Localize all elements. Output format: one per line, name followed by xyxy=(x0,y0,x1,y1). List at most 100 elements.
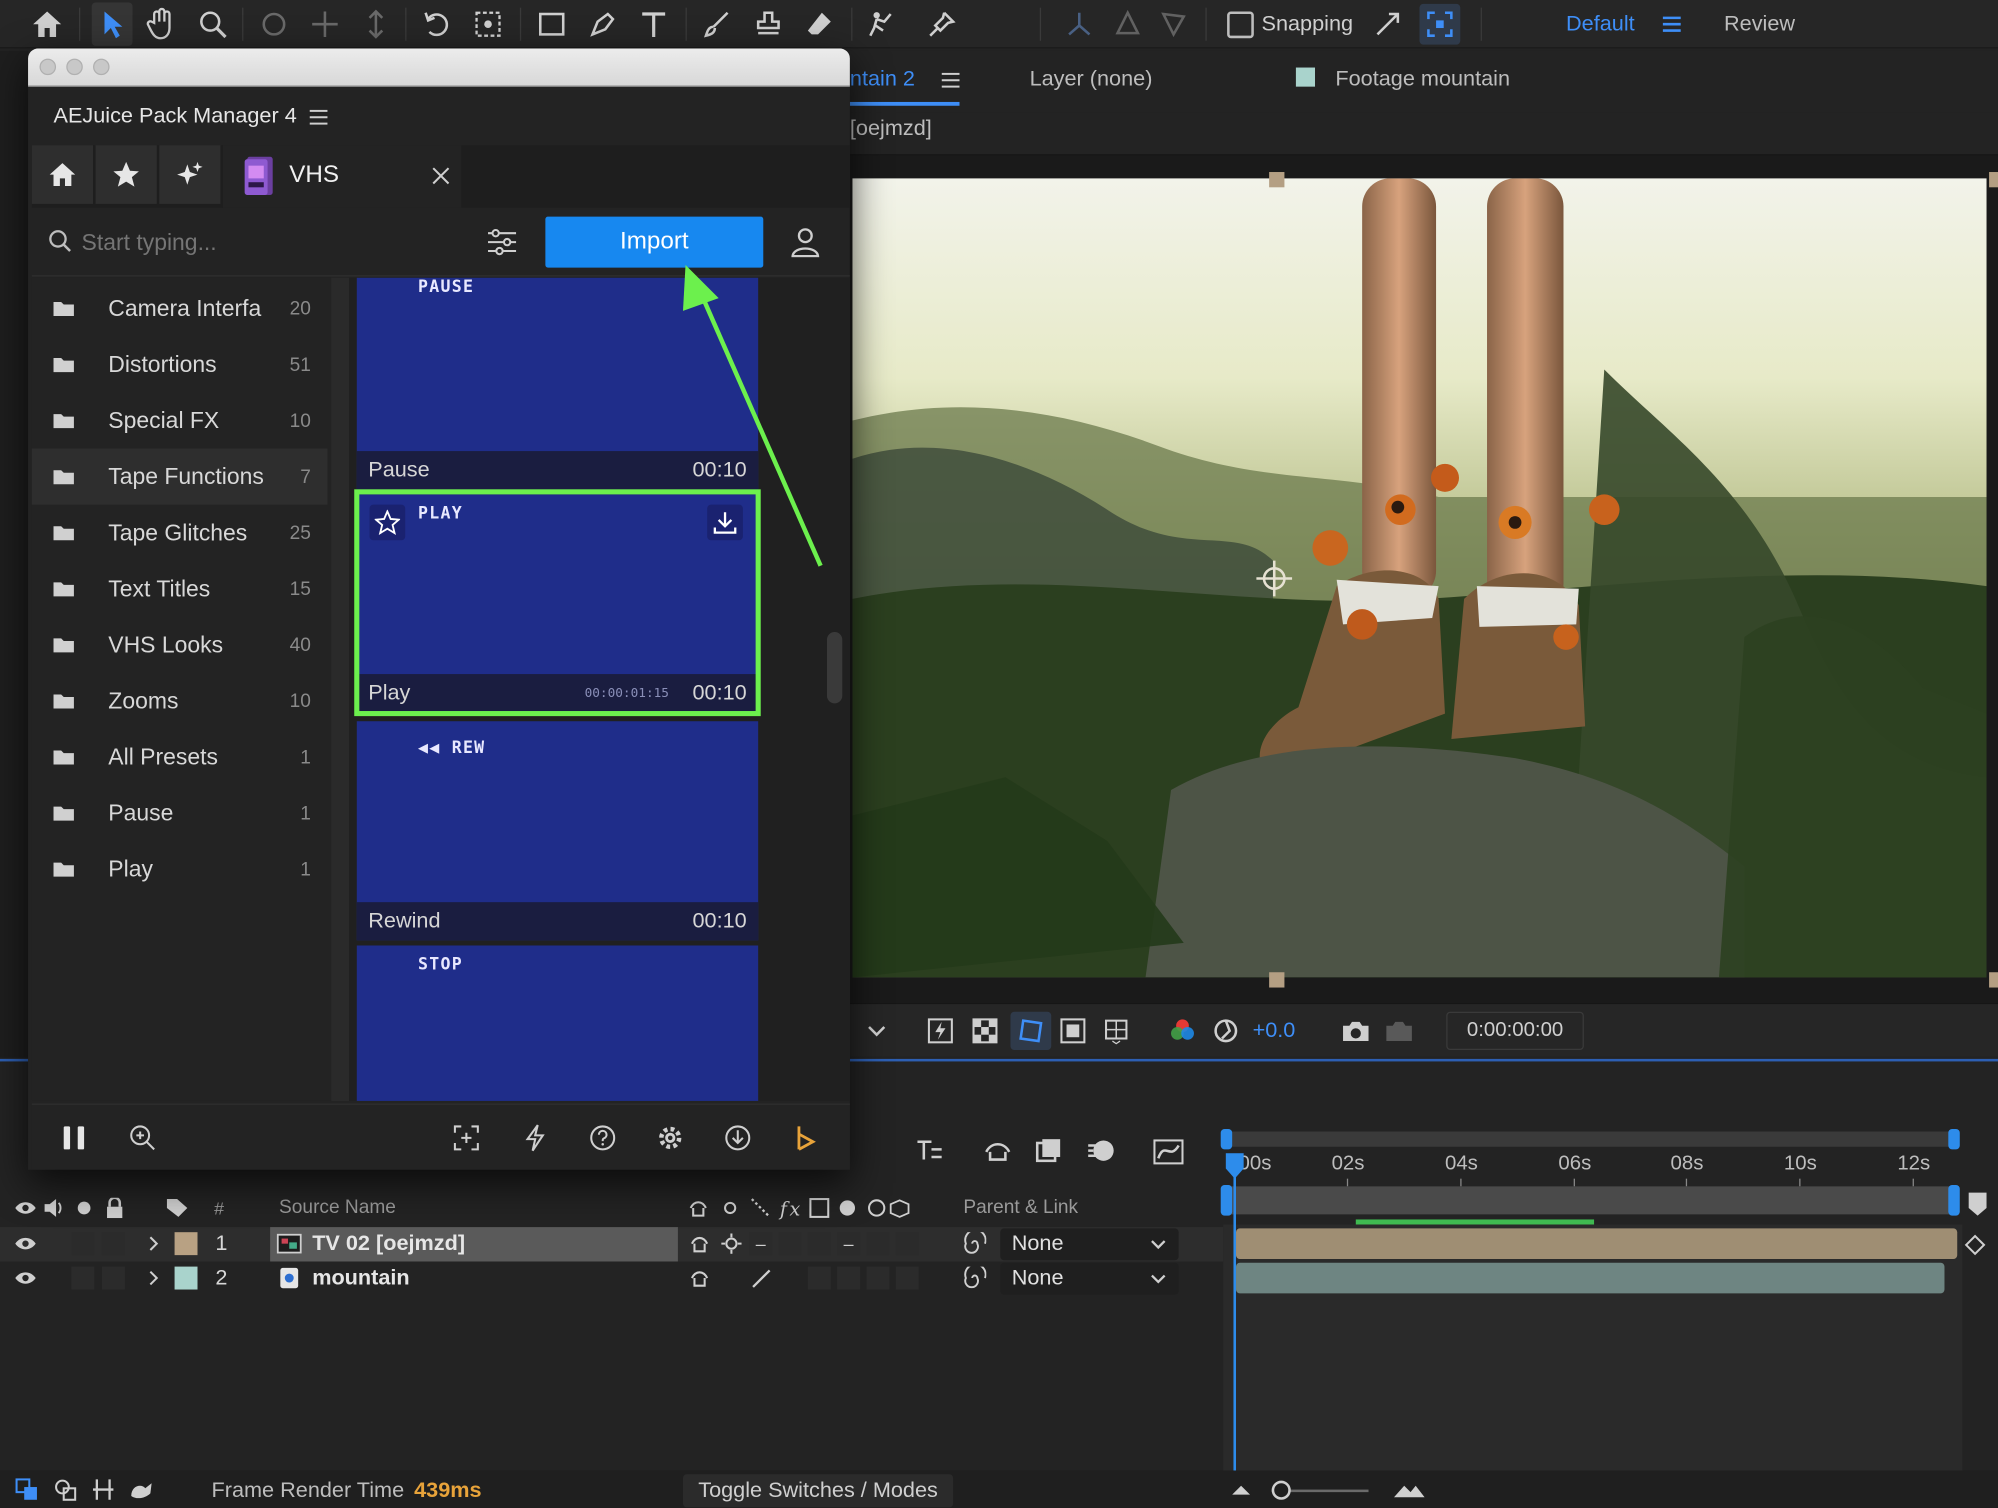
mask-visibility-icon[interactable] xyxy=(1010,1011,1052,1050)
draft-3d-icon[interactable] xyxy=(911,1133,949,1169)
rotation-tool-icon[interactable] xyxy=(418,5,456,43)
pause-previews-icon[interactable] xyxy=(56,1121,92,1154)
video-visibility-icon[interactable] xyxy=(13,1195,38,1220)
navigator-end-handle[interactable] xyxy=(1948,1128,1960,1150)
snapshot-icon[interactable] xyxy=(1339,1014,1372,1047)
zoom-in-mountain-icon[interactable] xyxy=(1391,1476,1427,1504)
lock-switch[interactable] xyxy=(101,1266,125,1290)
resolution-dropdown-icon[interactable] xyxy=(860,1014,893,1047)
close-window-button[interactable] xyxy=(39,58,57,76)
category-item[interactable]: Special FX 10 xyxy=(32,392,328,448)
snap-options-icon[interactable] xyxy=(1369,5,1407,43)
category-item[interactable]: Text Titles 15 xyxy=(32,561,328,617)
motion-blur-switch[interactable] xyxy=(837,1266,861,1290)
panel-menu-icon[interactable] xyxy=(937,66,965,94)
layer-row[interactable]: 1 TV 02 [oejmzd] – – None xyxy=(0,1227,1224,1262)
anchor-point-tool-icon[interactable] xyxy=(469,5,507,43)
expand-chevron-icon[interactable] xyxy=(143,1267,166,1290)
transfer-controls-icon[interactable] xyxy=(51,1477,79,1502)
adjustment-switch[interactable] xyxy=(866,1266,890,1290)
effects-switch[interactable] xyxy=(778,1232,802,1256)
playhead-line[interactable] xyxy=(1233,1155,1237,1480)
snapping-checkbox[interactable] xyxy=(1227,11,1254,39)
pick-whip-icon[interactable] xyxy=(961,1265,989,1290)
collapse-switch-icon[interactable] xyxy=(717,1232,745,1255)
grid-guides-icon[interactable] xyxy=(1100,1014,1138,1047)
3d-layer-switch[interactable] xyxy=(895,1266,919,1290)
source-name-header[interactable]: Source Name xyxy=(279,1197,396,1219)
show-snapshot-icon[interactable] xyxy=(1383,1014,1416,1047)
parent-dropdown[interactable]: None xyxy=(1000,1262,1179,1295)
toggle-switches-modes-button[interactable]: Toggle Switches / Modes xyxy=(682,1474,954,1508)
lock-switch[interactable] xyxy=(101,1232,125,1256)
fast-previews-icon[interactable] xyxy=(924,1014,957,1047)
category-item[interactable]: Play 1 xyxy=(32,841,328,897)
frame-blend-switch[interactable] xyxy=(807,1266,831,1290)
render-time-icon[interactable] xyxy=(127,1477,158,1502)
frame-blend-switch[interactable] xyxy=(807,1232,831,1256)
preset-card[interactable]: STOP xyxy=(356,945,759,1101)
zoom-window-button[interactable] xyxy=(93,58,110,76)
layer-handle-right-top[interactable] xyxy=(1989,172,1998,188)
layer-duration-bar[interactable] xyxy=(1236,1228,1958,1259)
category-item[interactable]: Pause 1 xyxy=(32,785,328,841)
roto-brush-tool-icon[interactable] xyxy=(861,5,899,43)
home-tab-icon[interactable] xyxy=(31,145,94,204)
footage-tab[interactable]: Footage mountain xyxy=(1335,66,1510,91)
category-scroll-gutter[interactable] xyxy=(331,277,350,1101)
rectangle-tool-icon[interactable] xyxy=(533,5,571,43)
navigator-start-handle[interactable] xyxy=(1220,1128,1233,1150)
category-item[interactable]: Tape Functions 7 xyxy=(31,448,328,505)
region-of-interest-icon[interactable] xyxy=(1056,1014,1089,1047)
pen-tool-icon[interactable] xyxy=(584,5,622,43)
home-icon[interactable] xyxy=(28,5,66,43)
category-item[interactable]: VHS Looks 40 xyxy=(32,617,328,673)
layer-handle-right-bottom[interactable] xyxy=(1989,972,1998,988)
pan-camera-icon[interactable] xyxy=(306,5,344,43)
search-input[interactable] xyxy=(81,224,464,260)
layer-name[interactable]: TV 02 [oejmzd] xyxy=(312,1231,465,1256)
expand-chevron-icon[interactable] xyxy=(143,1232,166,1255)
preset-scrollbar-thumb[interactable] xyxy=(826,632,843,704)
category-item[interactable]: Tape Glitches 25 xyxy=(32,505,328,561)
type-tool-icon[interactable] xyxy=(635,5,673,43)
category-item[interactable]: Distortions 51 xyxy=(32,336,328,392)
vhs-pack-tab[interactable]: VHS xyxy=(222,145,462,208)
layer-name[interactable]: mountain xyxy=(312,1265,409,1290)
shy-switch-icon[interactable] xyxy=(686,1267,714,1290)
playhead-handle[interactable] xyxy=(1223,1153,1246,1181)
category-item[interactable]: Camera Interfa 20 xyxy=(32,280,328,336)
layer-label-color[interactable] xyxy=(174,1232,198,1256)
comp-marker-icon[interactable] xyxy=(1965,1190,1990,1218)
eraser-tool-icon[interactable] xyxy=(800,5,838,43)
layer-row[interactable]: 2 mountain None xyxy=(0,1261,1223,1295)
3d-layer-switch[interactable] xyxy=(895,1232,919,1256)
selection-tool-icon[interactable] xyxy=(91,2,133,46)
motion-blur-icon[interactable] xyxy=(1083,1133,1121,1169)
close-tab-icon[interactable] xyxy=(428,163,453,188)
snap-to-edges-icon[interactable] xyxy=(1419,3,1461,45)
quality-switch[interactable]: – xyxy=(749,1232,773,1256)
quick-apply-icon[interactable] xyxy=(517,1121,553,1154)
lock-icon[interactable] xyxy=(102,1195,127,1220)
in-out-stretch-icon[interactable] xyxy=(89,1477,117,1502)
graph-editor-icon[interactable] xyxy=(1149,1133,1187,1169)
work-area-end[interactable] xyxy=(1948,1185,1960,1216)
audio-icon[interactable] xyxy=(41,1195,66,1220)
world-axis-icon[interactable] xyxy=(1109,5,1147,43)
workspace-review[interactable]: Review xyxy=(1724,11,1795,36)
eye-icon[interactable] xyxy=(13,1267,38,1290)
transparency-grid-icon[interactable] xyxy=(968,1014,1001,1047)
adjustment-switch[interactable] xyxy=(866,1232,890,1256)
layer-tab[interactable]: Layer (none) xyxy=(1030,66,1153,91)
aejuice-logo-icon[interactable] xyxy=(787,1121,823,1154)
channel-color-icon[interactable] xyxy=(1163,1014,1201,1047)
label-tag-icon[interactable] xyxy=(163,1195,191,1220)
new-presets-tab-icon[interactable] xyxy=(159,145,221,204)
dolly-camera-icon[interactable] xyxy=(357,5,395,43)
filter-settings-icon[interactable] xyxy=(484,226,520,259)
minimize-window-button[interactable] xyxy=(66,58,83,76)
layer-duration-bar[interactable] xyxy=(1236,1262,1945,1294)
local-axis-icon[interactable] xyxy=(1060,5,1098,43)
settings-gear-icon[interactable] xyxy=(652,1121,688,1154)
